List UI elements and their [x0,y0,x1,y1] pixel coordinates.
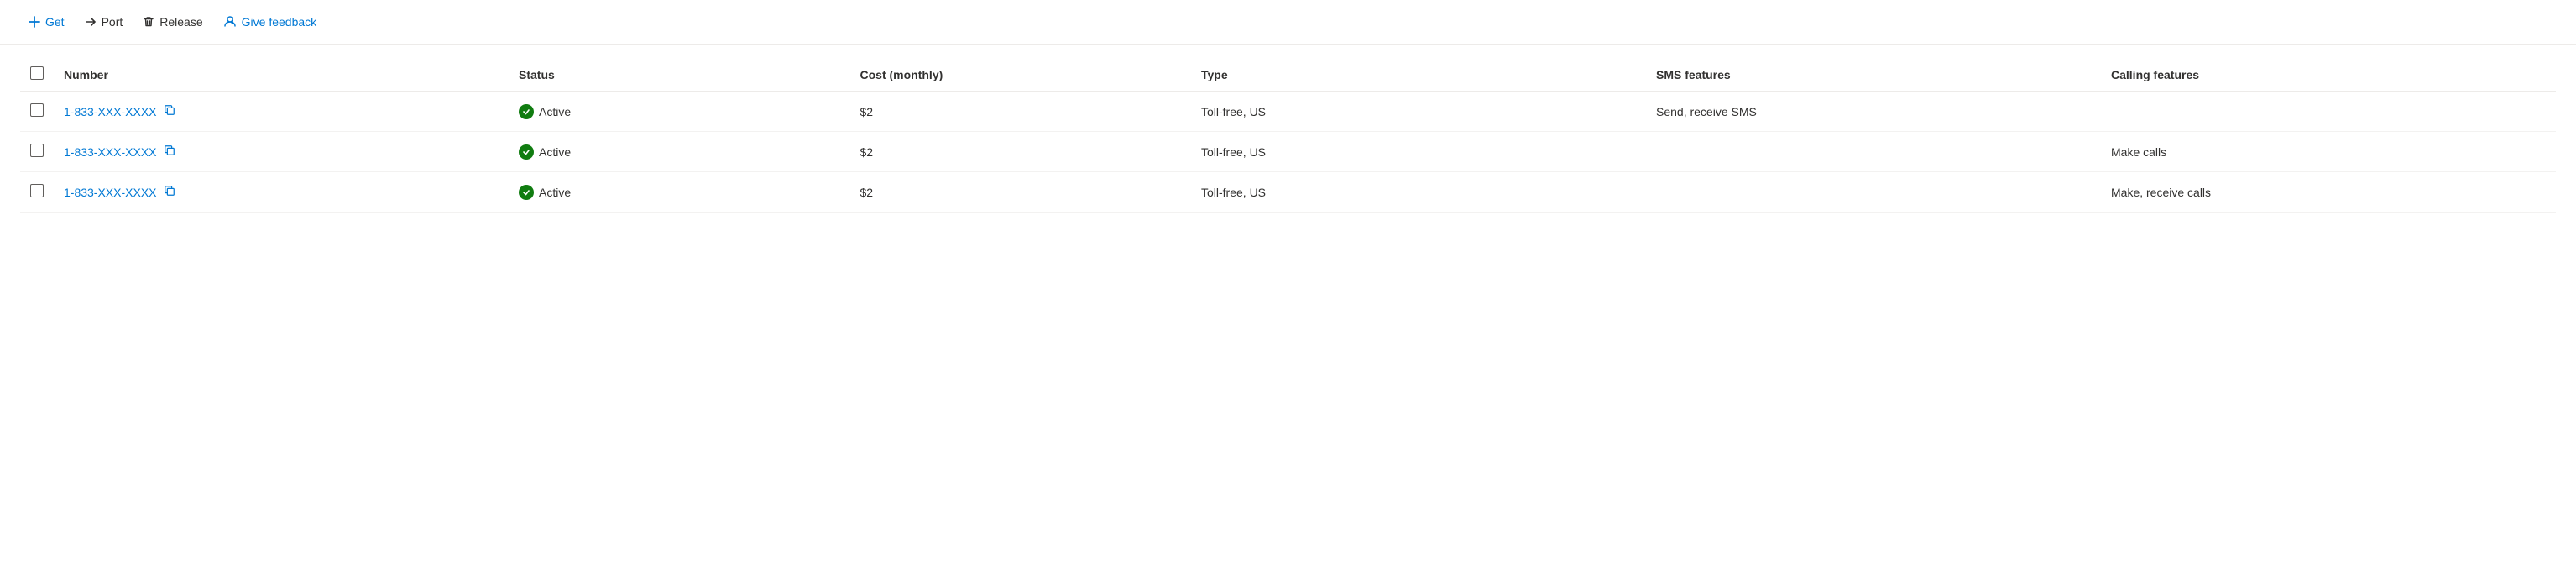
header-sms: SMS features [1646,58,2101,92]
row-checkbox-cell-0 [20,92,54,132]
row-type-cell-1: Toll-free, US [1191,132,1646,172]
plus-icon [29,16,40,28]
row-checkbox-1[interactable] [30,144,44,157]
feedback-label: Give feedback [242,15,317,29]
header-type: Type [1191,58,1646,92]
row-cost-cell-0: $2 [850,92,1192,132]
port-button[interactable]: Port [76,10,132,34]
arrow-right-icon [85,16,97,28]
copy-icon-1[interactable] [164,144,175,159]
row-calling-cell-0 [2101,92,2556,132]
row-status-cell-1: Active [509,132,850,172]
row-checkbox-0[interactable] [30,103,44,117]
row-type-cell-0: Toll-free, US [1191,92,1646,132]
release-label: Release [159,15,202,29]
feedback-icon [223,15,237,29]
table-row: 1-833-XXX-XXXX Active $2 Toll [20,172,2556,213]
row-calling-cell-1: Make calls [2101,132,2556,172]
row-cost-cell-1: $2 [850,132,1192,172]
row-cost-cell-2: $2 [850,172,1192,213]
status-text-0: Active [539,105,571,118]
header-number: Number [54,58,509,92]
header-checkbox-cell [20,58,54,92]
phone-number-link-0[interactable]: 1-833-XXX-XXXX [64,105,157,118]
row-number-cell-2: 1-833-XXX-XXXX [54,172,509,213]
table-row: 1-833-XXX-XXXX Active $2 Toll [20,132,2556,172]
toolbar: Get Port Release [0,0,2576,45]
feedback-button[interactable]: Give feedback [215,10,326,34]
get-button[interactable]: Get [20,10,73,34]
table-header-row: Number Status Cost (monthly) Type SMS fe… [20,58,2556,92]
copy-icon-2[interactable] [164,185,175,199]
row-sms-cell-2 [1646,172,2101,213]
release-button[interactable]: Release [134,10,211,34]
header-cost: Cost (monthly) [850,58,1192,92]
phone-numbers-table: Number Status Cost (monthly) Type SMS fe… [20,58,2556,213]
row-checkbox-cell-2 [20,172,54,213]
row-calling-cell-2: Make, receive calls [2101,172,2556,213]
get-label: Get [45,15,65,29]
copy-icon-0[interactable] [164,104,175,118]
phone-number-link-2[interactable]: 1-833-XXX-XXXX [64,186,157,199]
phone-numbers-table-container: Number Status Cost (monthly) Type SMS fe… [0,45,2576,226]
port-label: Port [102,15,123,29]
active-status-icon-2 [519,185,534,200]
status-text-2: Active [539,186,571,199]
row-number-cell-0: 1-833-XXX-XXXX [54,92,509,132]
row-checkbox-2[interactable] [30,184,44,197]
active-status-icon-0 [519,104,534,119]
table-row: 1-833-XXX-XXXX Active $2 Toll [20,92,2556,132]
row-type-cell-2: Toll-free, US [1191,172,1646,213]
header-status: Status [509,58,850,92]
active-status-icon-1 [519,144,534,160]
status-text-1: Active [539,145,571,159]
select-all-checkbox[interactable] [30,66,44,80]
row-number-cell-1: 1-833-XXX-XXXX [54,132,509,172]
header-calling: Calling features [2101,58,2556,92]
row-sms-cell-0: Send, receive SMS [1646,92,2101,132]
row-status-cell-2: Active [509,172,850,213]
row-status-cell-0: Active [509,92,850,132]
phone-number-link-1[interactable]: 1-833-XXX-XXXX [64,145,157,159]
row-sms-cell-1 [1646,132,2101,172]
trash-icon [143,16,154,28]
row-checkbox-cell-1 [20,132,54,172]
